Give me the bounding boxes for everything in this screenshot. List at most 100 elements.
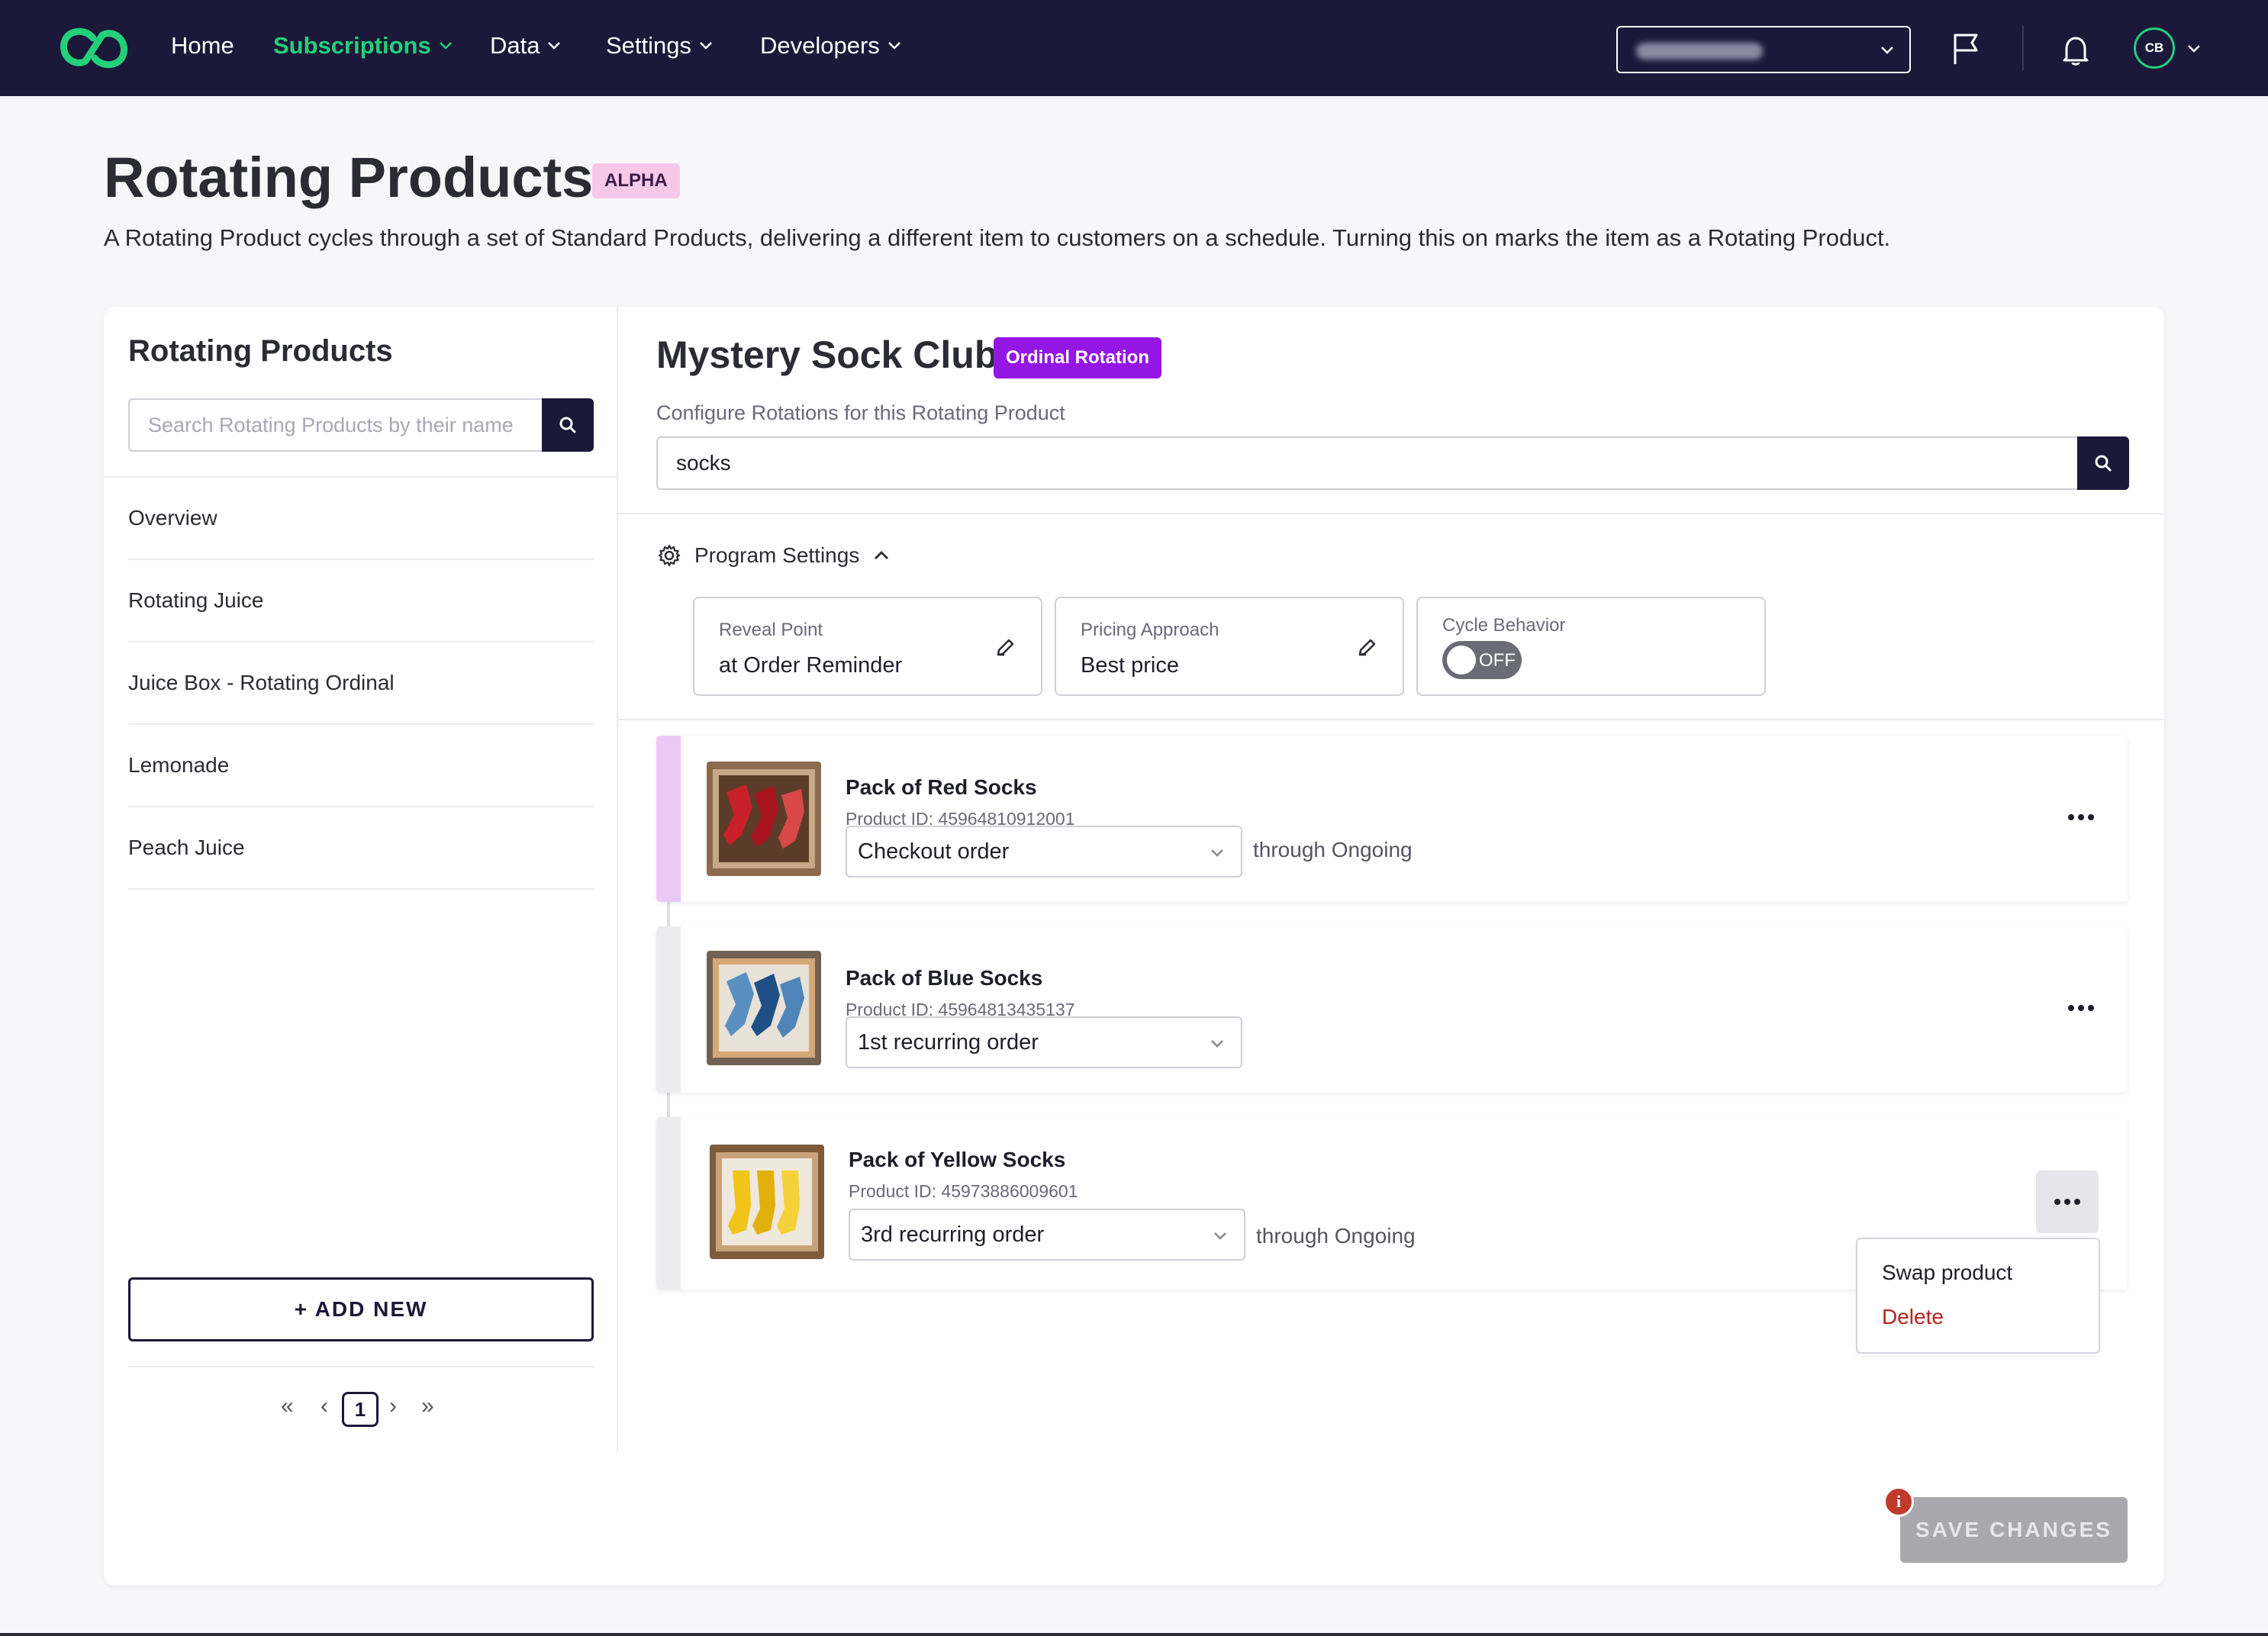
program-settings-toggle[interactable]: Program Settings: [658, 543, 890, 568]
row-indicator: [656, 926, 681, 1093]
chevron-down-icon: [1211, 849, 1223, 857]
setting-value: Best price: [1081, 653, 1179, 678]
product-name: Pack of Red Socks: [846, 775, 1037, 799]
pencil-icon[interactable]: [1357, 636, 1378, 658]
chevron-down-icon: [1881, 47, 1893, 54]
nav-subscriptions-label: Subscriptions: [273, 32, 431, 59]
sidebar-item-lemonade[interactable]: Lemonade: [128, 725, 594, 807]
nav-divider: [2022, 26, 2024, 70]
more-horizontal-icon: [2068, 814, 2094, 820]
cycle-behavior-toggle[interactable]: OFF: [1442, 641, 1522, 679]
info-icon[interactable]: i: [1883, 1486, 1914, 1517]
nav-home-label: Home: [171, 32, 234, 59]
more-options-button[interactable]: [2050, 786, 2112, 849]
more-horizontal-icon: [2068, 1005, 2094, 1011]
chevron-down-icon: [1211, 1040, 1223, 1048]
menu-item-delete[interactable]: Delete: [1882, 1305, 1944, 1329]
add-new-button[interactable]: + ADD NEW: [128, 1277, 594, 1341]
rotation-type-badge: Ordinal Rotation: [994, 337, 1161, 378]
more-options-button[interactable]: [2050, 977, 2112, 1039]
page-description: A Rotating Product cycles through a set …: [104, 224, 1891, 251]
product-image: [707, 951, 821, 1065]
sidebar-item-juice-box[interactable]: Juice Box - Rotating Ordinal: [128, 642, 594, 725]
bell-icon[interactable]: [2060, 34, 2091, 67]
toggle-state-label: OFF: [1479, 650, 1516, 671]
search-icon: [2095, 455, 2112, 472]
order-select[interactable]: 1st recurring order: [846, 1016, 1242, 1068]
divider: [618, 513, 2164, 514]
gear-icon: [658, 544, 681, 567]
save-changes-button[interactable]: SAVE CHANGES: [1900, 1497, 2128, 1563]
sidebar-search-button[interactable]: [542, 398, 594, 452]
through-label: through Ongoing: [1256, 1224, 1416, 1248]
avatar-initials: CB: [2144, 40, 2164, 55]
chevron-down-icon: [548, 42, 561, 50]
through-label: through Ongoing: [1253, 838, 1413, 861]
rotation-search-input[interactable]: [656, 436, 2077, 490]
nav-home[interactable]: Home: [171, 32, 234, 60]
order-select-value: 1st recurring order: [858, 1029, 1039, 1055]
sidebar-item-label: Rotating Juice: [128, 588, 264, 612]
product-id: Product ID: 45973886009601: [849, 1181, 1078, 1201]
order-select[interactable]: Checkout order: [846, 826, 1242, 878]
pagination-prev[interactable]: ‹: [321, 1393, 328, 1419]
rotation-row: Pack of Red Socks Product ID: 4596481091…: [656, 736, 2128, 902]
program-settings-label: Program Settings: [694, 543, 860, 567]
row-indicator: [656, 736, 681, 902]
pagination-current-page[interactable]: 1: [342, 1392, 379, 1427]
nav-developers[interactable]: Developers: [760, 32, 901, 60]
sidebar-search-input[interactable]: [128, 398, 542, 452]
store-selector[interactable]: [1616, 26, 1911, 73]
chevron-down-icon[interactable]: [2187, 44, 2201, 53]
product-image: [710, 1145, 824, 1259]
sidebar-item-overview[interactable]: Overview: [128, 478, 594, 560]
product-image: [707, 762, 821, 876]
setting-value: at Order Reminder: [719, 653, 903, 678]
chevron-down-icon: [888, 42, 900, 50]
chevron-down-icon: [1214, 1232, 1226, 1240]
nav-settings-label: Settings: [606, 32, 692, 59]
sidebar-item-label: Lemonade: [128, 753, 230, 777]
order-select[interactable]: 3rd recurring order: [849, 1209, 1245, 1261]
toggle-knob: [1447, 646, 1476, 675]
sidebar-title: Rotating Products: [128, 334, 393, 368]
rotation-row: Pack of Blue Socks Product ID: 459648134…: [656, 926, 2128, 1093]
nav-data-label: Data: [490, 32, 540, 59]
chevron-up-icon: [875, 551, 889, 559]
divider: [618, 719, 2164, 720]
sidebar-item-peach-juice[interactable]: Peach Juice: [128, 807, 594, 890]
more-horizontal-icon: [2054, 1199, 2080, 1205]
nav-data[interactable]: Data: [490, 32, 561, 60]
avatar[interactable]: CB: [2134, 27, 2175, 69]
sidebar-item-label: Peach Juice: [128, 836, 245, 859]
store-name-blurred: [1636, 43, 1763, 60]
flag-icon[interactable]: [1951, 32, 1981, 66]
menu-item-swap-product[interactable]: Swap product: [1882, 1261, 2012, 1285]
divider: [128, 1366, 594, 1367]
nav-settings[interactable]: Settings: [606, 32, 713, 60]
setting-label: Cycle Behavior: [1442, 615, 1566, 636]
rotation-search-button[interactable]: [2077, 436, 2129, 490]
product-title: Mystery Sock Club: [656, 333, 998, 376]
sidebar-item-label: Juice Box - Rotating Ordinal: [128, 671, 395, 694]
pagination-first[interactable]: «: [281, 1393, 294, 1419]
sidebar-item-rotating-juice[interactable]: Rotating Juice: [128, 560, 594, 642]
pagination-last[interactable]: »: [421, 1393, 434, 1419]
pagination-next[interactable]: ›: [389, 1393, 397, 1419]
chevron-down-icon: [700, 42, 712, 50]
pricing-approach-setting: Pricing Approach Best price: [1055, 597, 1404, 696]
more-options-button[interactable]: [2036, 1171, 2099, 1233]
setting-label: Pricing Approach: [1081, 620, 1219, 640]
page-title: Rotating Products: [104, 146, 594, 209]
page-bottom-border: [0, 1633, 2268, 1636]
configure-label: Configure Rotations for this Rotating Pr…: [656, 401, 1065, 424]
top-navbar: Home Subscriptions Data Settings Develop…: [0, 0, 2268, 96]
search-icon: [559, 417, 576, 433]
pencil-icon[interactable]: [995, 636, 1016, 658]
nav-subscriptions[interactable]: Subscriptions: [273, 32, 453, 60]
sidebar-divider: [617, 307, 618, 1451]
nav-developers-label: Developers: [760, 32, 880, 59]
logo-icon[interactable]: [60, 27, 128, 69]
reveal-point-setting: Reveal Point at Order Reminder: [693, 597, 1042, 696]
setting-label: Reveal Point: [719, 620, 823, 640]
